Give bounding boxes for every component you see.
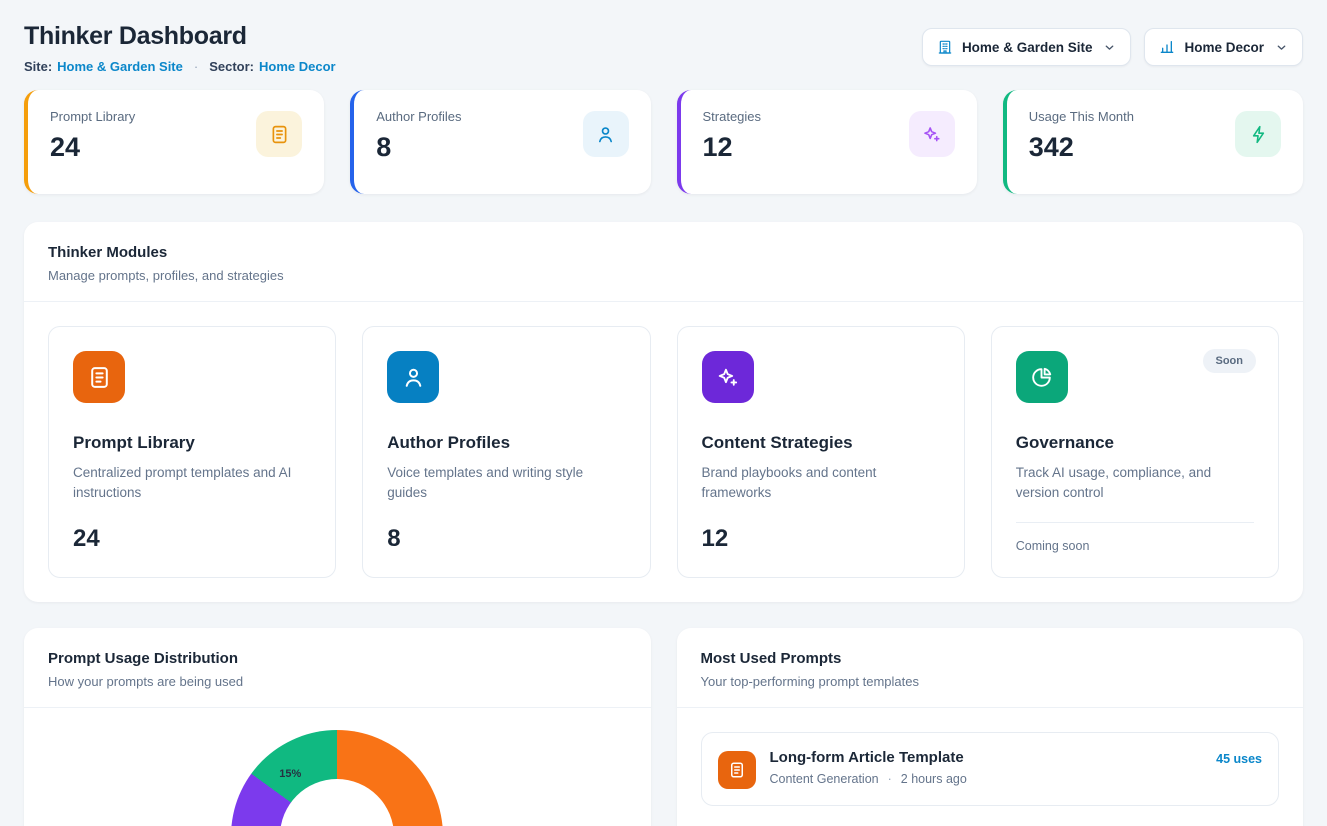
usage-distribution-panel: Prompt Usage Distribution How your promp…	[24, 628, 651, 826]
module-title: Author Profiles	[387, 433, 625, 453]
site-label: Site:	[24, 59, 52, 74]
stat-card-strategies: Strategies 12	[677, 90, 977, 194]
sparkle-star-icon	[909, 111, 955, 157]
module-count: 8	[387, 525, 625, 553]
stat-text: Prompt Library 24	[50, 109, 135, 163]
sector-link[interactable]: Home Decor	[259, 59, 336, 74]
prompt-item-text: Long-form Article Template Content Gener…	[770, 749, 967, 786]
section-subtitle: Manage prompts, profiles, and strategies	[48, 268, 1279, 283]
bar-chart-icon	[1159, 39, 1175, 55]
stat-label: Author Profiles	[376, 109, 461, 124]
usage-donut-chart	[231, 730, 443, 826]
document-icon	[73, 351, 125, 403]
stat-value: 12	[703, 132, 762, 163]
coming-soon-text: Coming soon	[1016, 522, 1254, 553]
stat-label: Usage This Month	[1029, 109, 1134, 124]
module-title: Content Strategies	[702, 433, 940, 453]
site-selector-label: Home & Garden Site	[962, 40, 1093, 55]
panel-subtitle: Your top-performing prompt templates	[701, 674, 1280, 689]
header: Thinker Dashboard Site: Home & Garden Si…	[24, 22, 1303, 74]
module-card-content-strategies[interactable]: Content Strategies Brand playbooks and c…	[677, 326, 965, 578]
module-title: Prompt Library	[73, 433, 311, 453]
module-card-author-profiles[interactable]: Author Profiles Voice templates and writ…	[362, 326, 650, 578]
chevron-down-icon	[1275, 41, 1288, 54]
module-count: 24	[73, 525, 311, 553]
prompt-item-meta: Content Generation · 2 hours ago	[770, 772, 967, 786]
sector-label: Sector:	[209, 59, 254, 74]
prompts-panel-header: Most Used Prompts Your top-performing pr…	[677, 628, 1304, 708]
usage-panel-header: Prompt Usage Distribution How your promp…	[24, 628, 651, 708]
person-icon	[387, 351, 439, 403]
stat-value: 342	[1029, 132, 1134, 163]
module-card-governance[interactable]: Soon Governance Track AI usage, complian…	[991, 326, 1279, 578]
document-icon	[718, 751, 756, 789]
breadcrumb: Site: Home & Garden Site · Sector: Home …	[24, 59, 336, 74]
header-left: Thinker Dashboard Site: Home & Garden Si…	[24, 22, 336, 74]
stat-label: Strategies	[703, 109, 762, 124]
module-title: Governance	[1016, 433, 1254, 453]
stats-row: Prompt Library 24 Author Profiles 8	[24, 90, 1303, 194]
building-icon	[937, 39, 953, 55]
stat-text: Author Profiles 8	[376, 109, 461, 163]
stat-value: 8	[376, 132, 461, 163]
donut-segment-label: 15%	[279, 768, 301, 780]
module-description: Voice templates and writing style guides	[387, 463, 625, 504]
modules-grid: Prompt Library Centralized prompt templa…	[24, 302, 1303, 602]
document-icon	[256, 111, 302, 157]
thinker-modules-section: Thinker Modules Manage prompts, profiles…	[24, 222, 1303, 602]
stat-value: 24	[50, 132, 135, 163]
lightning-bolt-icon	[1235, 111, 1281, 157]
prompt-item-uses-badge: 45 uses	[1216, 752, 1262, 766]
pie-chart-icon	[1016, 351, 1068, 403]
stat-card-author-profiles: Author Profiles 8	[350, 90, 650, 194]
module-card-prompt-library[interactable]: Prompt Library Centralized prompt templa…	[48, 326, 336, 578]
site-link[interactable]: Home & Garden Site	[57, 59, 183, 74]
module-description: Centralized prompt templates and AI inst…	[73, 463, 311, 504]
stat-text: Strategies 12	[703, 109, 762, 163]
sector-selector-label: Home Decor	[1184, 40, 1264, 55]
modules-section-header: Thinker Modules Manage prompts, profiles…	[24, 222, 1303, 302]
bottom-panels: Prompt Usage Distribution How your promp…	[24, 628, 1303, 826]
module-description: Track AI usage, compliance, and version …	[1016, 463, 1254, 504]
header-selectors: Home & Garden Site Home Decor	[922, 28, 1303, 66]
sparkle-star-icon	[702, 351, 754, 403]
stat-card-prompt-library: Prompt Library 24	[24, 90, 324, 194]
stat-card-usage-this-month: Usage This Month 342	[1003, 90, 1303, 194]
soon-badge: Soon	[1203, 349, 1257, 373]
prompt-item-time: 2 hours ago	[901, 772, 967, 786]
section-title: Thinker Modules	[48, 244, 1279, 261]
prompt-list-item[interactable]: Long-form Article Template Content Gener…	[701, 732, 1280, 806]
panel-title: Prompt Usage Distribution	[48, 650, 627, 667]
module-count: 12	[702, 525, 940, 553]
most-used-prompts-panel: Most Used Prompts Your top-performing pr…	[677, 628, 1304, 826]
thinker-dashboard-page: Thinker Dashboard Site: Home & Garden Si…	[0, 0, 1327, 826]
stat-text: Usage This Month 342	[1029, 109, 1134, 163]
chevron-down-icon	[1103, 41, 1116, 54]
prompt-item-category: Content Generation	[770, 772, 879, 786]
module-description: Brand playbooks and content frameworks	[702, 463, 940, 504]
site-selector-dropdown[interactable]: Home & Garden Site	[922, 28, 1132, 66]
panel-title: Most Used Prompts	[701, 650, 1280, 667]
page-title: Thinker Dashboard	[24, 22, 336, 51]
meta-separator: ·	[888, 772, 892, 786]
stat-label: Prompt Library	[50, 109, 135, 124]
sector-selector-dropdown[interactable]: Home Decor	[1144, 28, 1303, 66]
prompt-item-title: Long-form Article Template	[770, 749, 967, 766]
prompts-list: Long-form Article Template Content Gener…	[677, 708, 1304, 826]
usage-chart-area: 15%	[24, 708, 651, 826]
breadcrumb-separator: ·	[194, 59, 198, 74]
person-icon	[583, 111, 629, 157]
panel-subtitle: How your prompts are being used	[48, 674, 627, 689]
